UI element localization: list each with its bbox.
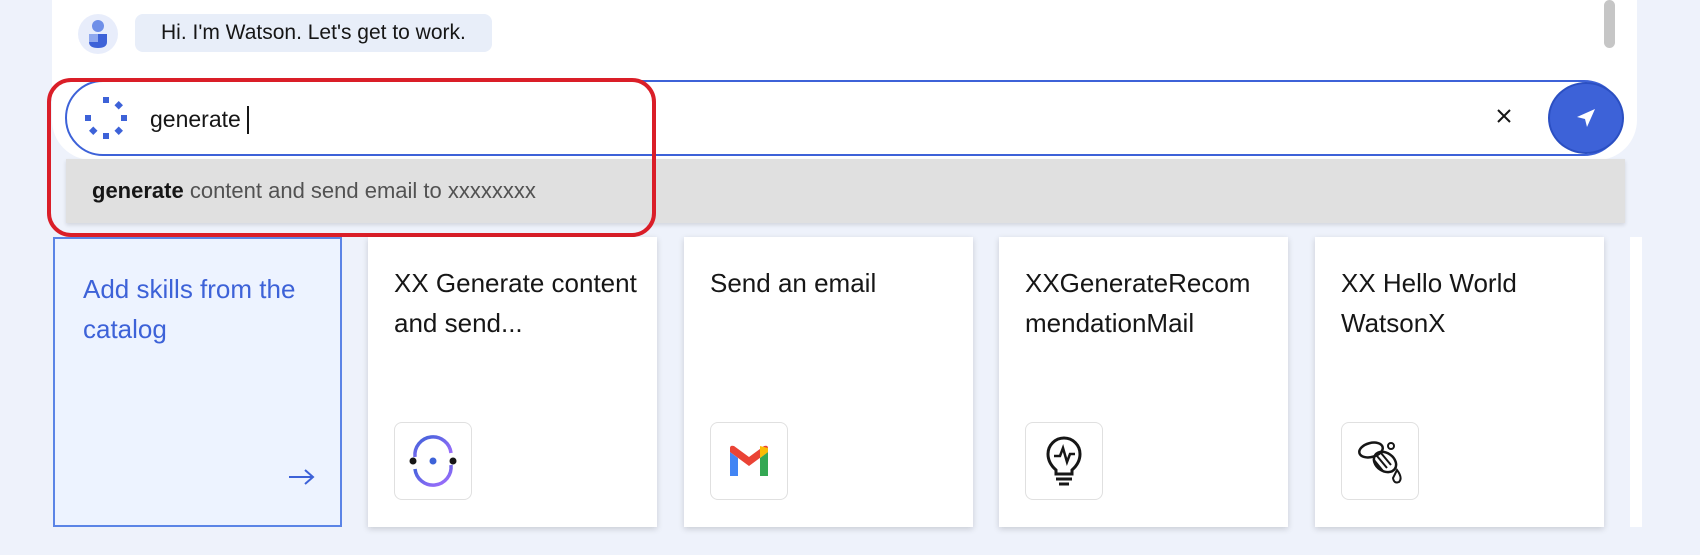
chat-text-input[interactable] <box>150 98 1430 140</box>
suggestion-match-text: generate <box>92 178 184 203</box>
loading-spinner-icon <box>83 95 129 141</box>
skill-card-icon-box <box>1025 422 1103 500</box>
text-caret <box>247 106 249 134</box>
skill-card-icon-box <box>394 422 472 500</box>
skill-card-title: XX Hello World WatsonX <box>1341 268 1517 338</box>
skill-card-icon-box <box>1341 422 1419 500</box>
autocomplete-suggestion[interactable]: generate content and send email to xxxxx… <box>66 159 1625 223</box>
chat-scrollbar-thumb[interactable] <box>1604 0 1615 48</box>
skill-card-generate-content[interactable]: XX Generate content and send... <box>368 237 657 527</box>
lightbulb-icon <box>1046 436 1082 486</box>
bee-icon <box>1358 441 1402 484</box>
skill-card-title: XX Generate content and send... <box>394 268 637 338</box>
suggestion-rest-text: content and send email to xxxxxxxx <box>183 178 536 203</box>
skill-card-title: Send an email <box>710 268 877 298</box>
skill-card-recommendation-mail[interactable]: XXGenerateRecommendationMail <box>999 237 1288 527</box>
close-icon <box>1497 109 1511 123</box>
sync-icon <box>409 435 457 487</box>
skill-card-title: XXGenerateRecommendationMail <box>1025 268 1251 338</box>
send-button[interactable] <box>1548 82 1624 154</box>
arrow-right-icon <box>289 469 315 485</box>
watson-avatar-icon <box>89 20 107 48</box>
send-icon <box>1577 109 1595 127</box>
add-skills-card[interactable]: Add skills from the catalog <box>53 237 342 527</box>
skill-card-hello-world[interactable]: XX Hello World WatsonX <box>1315 237 1604 527</box>
clear-input-button[interactable] <box>1487 99 1521 133</box>
add-skills-label: Add skills from the catalog <box>83 274 296 344</box>
skill-card-send-email[interactable]: Send an email <box>684 237 973 527</box>
skill-card-icon-box <box>710 422 788 500</box>
next-card-edge <box>1630 237 1642 527</box>
watson-avatar <box>78 14 118 54</box>
greeting-message: Hi. I'm Watson. Let's get to work. <box>135 14 492 52</box>
gmail-icon <box>730 445 768 476</box>
